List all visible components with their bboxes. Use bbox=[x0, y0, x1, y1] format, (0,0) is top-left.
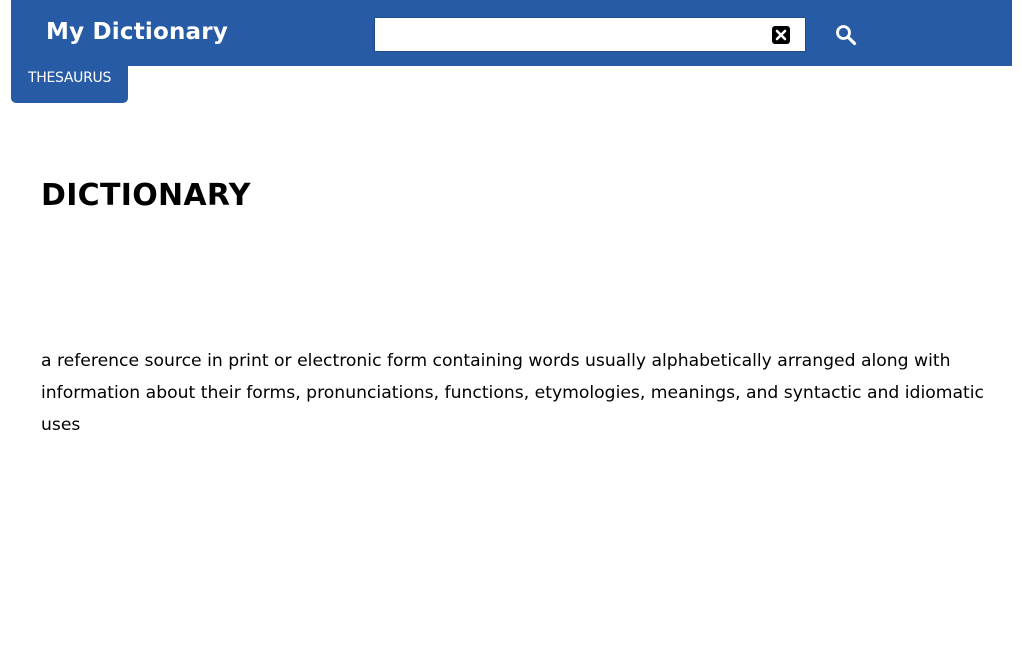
entry-definition: a reference source in print or electroni… bbox=[41, 351, 984, 435]
clear-search-icon[interactable] bbox=[771, 25, 791, 45]
entry-word-title: DICTIONARY bbox=[41, 178, 251, 213]
search-icon[interactable] bbox=[835, 24, 857, 46]
tab-thesaurus[interactable]: THESAURUS bbox=[11, 60, 128, 103]
clear-x-icon bbox=[772, 26, 790, 44]
dictionary-app: My Dictionary THESAURUS DICTIONARY a ref… bbox=[0, 0, 1022, 662]
tab-thesaurus-label: THESAURUS bbox=[27, 70, 112, 86]
top-header-bar: My Dictionary bbox=[11, 0, 1012, 66]
search-input[interactable] bbox=[375, 18, 755, 51]
search-box bbox=[374, 17, 806, 52]
magnifier-icon bbox=[836, 25, 857, 46]
app-title: My Dictionary bbox=[46, 19, 229, 45]
